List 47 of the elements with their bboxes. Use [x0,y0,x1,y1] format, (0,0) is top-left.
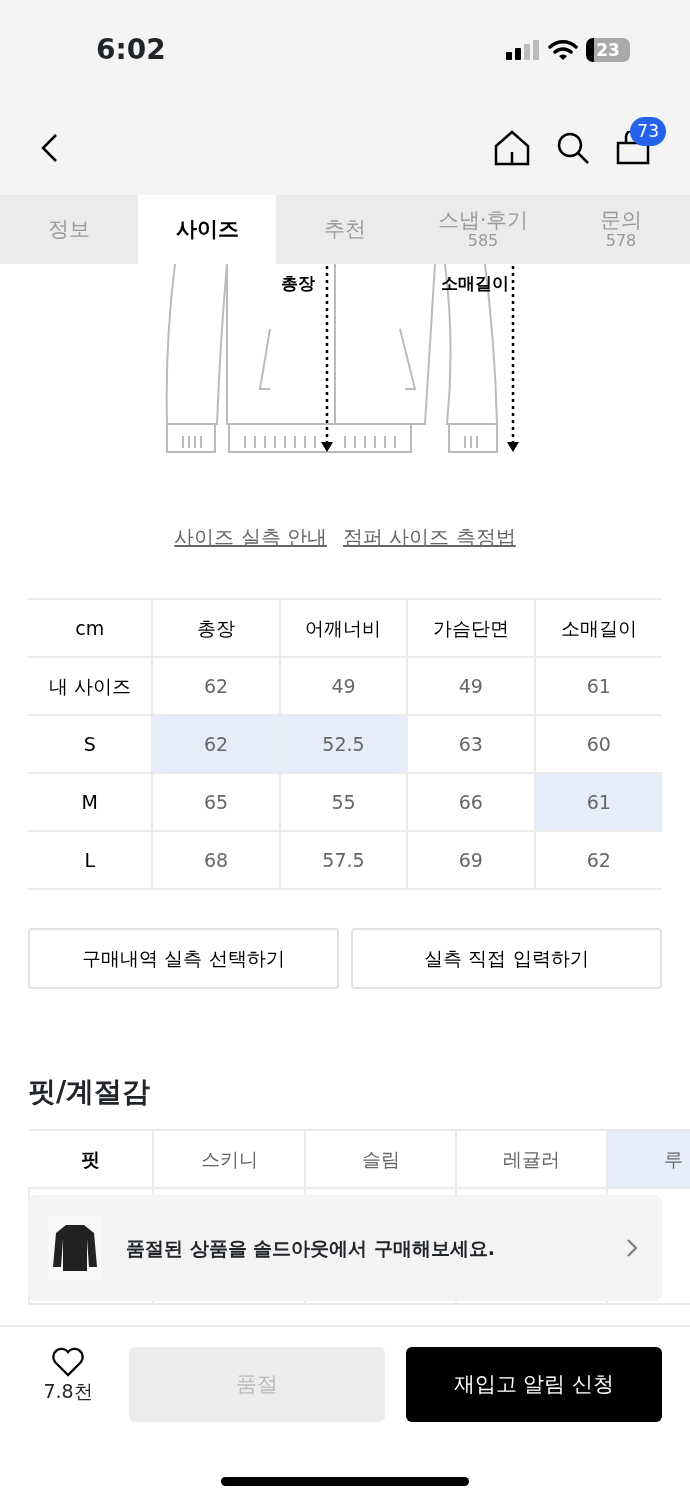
sleeve-label: 소매길이 [441,273,509,293]
cart-count-badge: 73 [630,116,666,146]
fit-option[interactable]: 스키니 [153,1130,305,1188]
table-cell: 55 [279,773,408,831]
unit-label: cm [28,599,153,657]
row-header: 내 사이즈 [28,657,153,715]
column-header: 가슴단면 [407,599,535,657]
fit-option[interactable]: 슬림 [305,1130,456,1188]
heart-icon[interactable] [51,1347,85,1377]
table-cell: 68 [152,831,280,889]
table-cell: 62 [152,715,280,773]
column-header: 어깨너비 [279,599,408,657]
table-cell: 66 [407,773,535,831]
section-title: 핏/계절감 [28,1074,152,1110]
table-cell: 57.5 [279,831,408,889]
length-label: 총장 [281,273,315,293]
signal-icon [506,40,540,60]
like-count: 7.8천 [43,1379,93,1404]
fit-option[interactable]: 레귤러 [456,1130,607,1188]
table-cell: 61 [534,773,662,831]
wifi-icon [548,39,578,61]
measure-button[interactable]: 구매내역 실측 선택하기 [28,928,339,989]
row-header: M [28,773,153,831]
battery-indicator: 23 [586,38,630,62]
measure-button[interactable]: 실측 직접 입력하기 [351,928,662,989]
guide-link[interactable]: 점퍼 사이즈 측정법 [343,522,516,582]
table-cell: 65 [152,773,280,831]
back-icon[interactable] [40,132,58,163]
row-header: 핏 [29,1130,153,1188]
tab[interactable]: 사이즈 [138,195,276,264]
column-header: 소매길이 [534,599,662,657]
search-icon[interactable] [556,130,590,165]
table-cell: 63 [407,715,535,773]
restock-alert-button[interactable]: 재입고 알림 신청 [406,1347,662,1422]
table-cell: 52.5 [279,715,408,773]
guide-link[interactable]: 사이즈 실측 안내 [174,522,327,582]
row-header: L [28,831,153,889]
jacket-thumbnail [52,1223,98,1273]
chevron-right-icon [626,1238,638,1258]
table-cell: 49 [407,657,535,715]
status-time: 6:02 [96,32,166,68]
table-cell: 69 [407,831,535,889]
resell-banner[interactable]: 품절된 상품을 솔드아웃에서 구매해보세요. [28,1195,662,1301]
banner-text: 품절된 상품을 솔드아웃에서 구매해보세요. [126,1235,497,1261]
column-header: 총장 [152,599,280,657]
fit-option[interactable]: 루 [607,1130,690,1188]
home-icon[interactable] [494,129,530,166]
